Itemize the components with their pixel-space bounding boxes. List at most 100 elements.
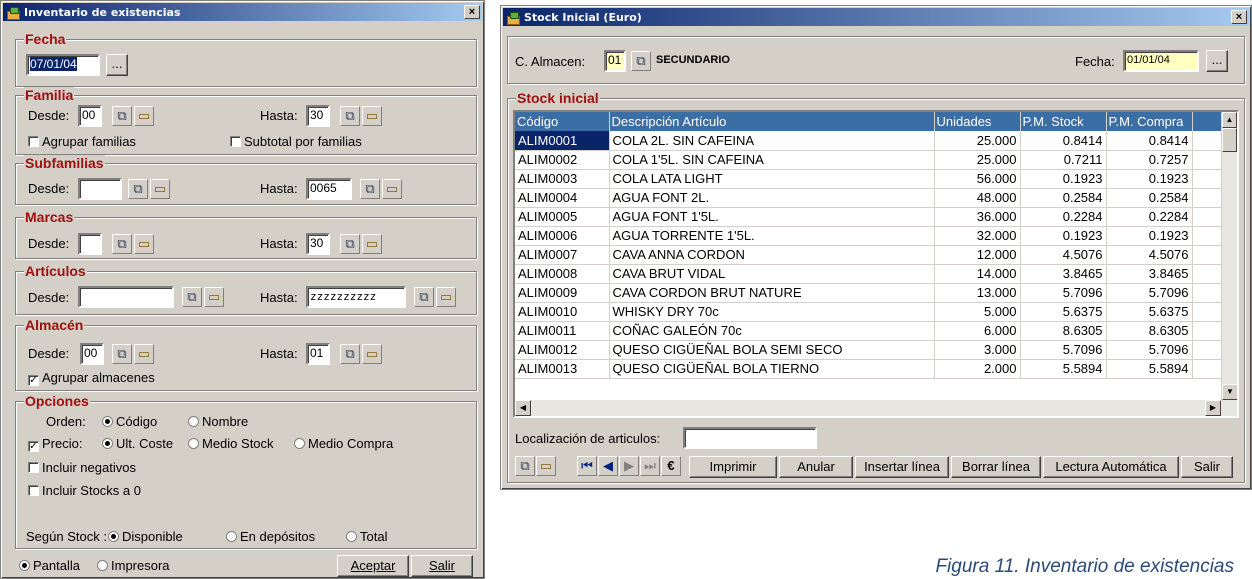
almacen-hasta-input[interactable]: 01 (306, 343, 330, 365)
anular-button[interactable]: Anular (779, 456, 853, 478)
cell-pm-compra[interactable]: 3.8465 (1106, 264, 1193, 284)
cell-descripcion[interactable]: COLA LATA LIGHT (609, 169, 935, 189)
scroll-down-icon[interactable]: ▼ (1222, 384, 1237, 400)
cell-codigo[interactable]: ALIM0009 (515, 283, 610, 303)
cell-pm-compra[interactable]: 0.7257 (1106, 150, 1193, 170)
prev-record-icon[interactable]: ◀ (598, 456, 618, 476)
cell-codigo[interactable]: ALIM0006 (515, 226, 610, 246)
cell-codigo[interactable]: ALIM0010 (515, 302, 610, 322)
toolbar-search-icon[interactable]: ⧉ (515, 456, 535, 476)
cell-pm-stock[interactable]: 5.7096 (1020, 283, 1107, 303)
table-row[interactable]: ALIM0009 CAVA CORDON BRUT NATURE 13.000 5.7… (515, 283, 1222, 303)
marcas-desde-search-icon[interactable]: ⧉ (112, 234, 132, 254)
col-unidades[interactable]: Unidades (934, 112, 1021, 131)
cell-pm-stock[interactable]: 0.8414 (1020, 131, 1107, 151)
almacen-search-icon[interactable]: ⧉ (631, 51, 651, 71)
familia-hasta-folder-icon[interactable]: ▭ (362, 106, 382, 126)
precio-checkbox[interactable]: ✓ Precio: (28, 436, 82, 452)
cell-pm-compra[interactable]: 5.5894 (1106, 359, 1193, 379)
cell-unidades[interactable]: 25.000 (934, 150, 1021, 170)
cell-pm-compra[interactable]: 0.1923 (1106, 226, 1193, 246)
toolbar-folder-icon[interactable]: ▭ (536, 456, 556, 476)
cell-unidades[interactable]: 25.000 (934, 131, 1021, 151)
cell-descripcion[interactable]: AGUA FONT 1'5L. (609, 207, 935, 227)
localizacion-input[interactable] (683, 427, 817, 449)
medio-stock-radio[interactable]: Medio Stock (188, 436, 274, 451)
almacen-hasta-folder-icon[interactable]: ▭ (362, 344, 382, 364)
incluir-stocks-checkbox[interactable]: Incluir Stocks a 0 (28, 483, 141, 498)
cell-codigo[interactable]: ALIM0008 (515, 264, 610, 284)
subfamilias-desde-folder-icon[interactable]: ▭ (150, 179, 170, 199)
almacen-hasta-search-icon[interactable]: ⧉ (340, 344, 360, 364)
scroll-thumb[interactable] (1222, 128, 1237, 152)
table-row[interactable]: ALIM0008 CAVA BRUT VIDAL 14.000 3.8465 3.846… (515, 264, 1222, 284)
impresora-radio[interactable]: Impresora (97, 558, 170, 573)
cell-descripcion[interactable]: AGUA TORRENTE 1'5L. (609, 226, 935, 246)
cell-descripcion[interactable]: CAVA ANNA CORDON (609, 245, 935, 265)
articulos-desde-folder-icon[interactable]: ▭ (204, 287, 224, 307)
cell-unidades[interactable]: 6.000 (934, 321, 1021, 341)
cell-codigo[interactable]: ALIM0001 (515, 131, 610, 151)
cell-unidades[interactable]: 5.000 (934, 302, 1021, 322)
almacen-code-input[interactable]: 01 (604, 50, 626, 72)
cell-codigo[interactable]: ALIM0007 (515, 245, 610, 265)
table-row[interactable]: ALIM0011 COÑAC GALEÓN 70c 6.000 8.6305 8.630… (515, 321, 1222, 341)
cell-descripcion[interactable]: CAVA CORDON BRUT NATURE (609, 283, 935, 303)
cell-unidades[interactable]: 48.000 (934, 188, 1021, 208)
cell-codigo[interactable]: ALIM0012 (515, 340, 610, 360)
fecha-picker-button[interactable]: ... (106, 54, 128, 76)
marcas-hasta-input[interactable]: 30 (306, 233, 330, 255)
salir-button-right[interactable]: Salir (1181, 456, 1233, 478)
col-descripcion[interactable]: Descripción Artículo (609, 112, 935, 131)
euro-button[interactable]: € (661, 456, 681, 476)
cell-unidades[interactable]: 2.000 (934, 359, 1021, 379)
cell-pm-stock[interactable]: 0.1923 (1020, 169, 1107, 189)
cell-pm-stock[interactable]: 0.2584 (1020, 188, 1107, 208)
fecha-input[interactable]: 07/01/04 (26, 54, 100, 76)
cell-pm-stock[interactable]: 4.5076 (1020, 245, 1107, 265)
salir-button[interactable]: Salir (411, 555, 473, 577)
subfamilias-hasta-folder-icon[interactable]: ▭ (382, 179, 402, 199)
scroll-right-icon[interactable]: ▶ (1205, 400, 1221, 416)
subfamilias-hasta-search-icon[interactable]: ⧉ (360, 179, 380, 199)
ult-coste-radio[interactable]: Ult. Coste (102, 436, 173, 451)
cell-descripcion[interactable]: CAVA BRUT VIDAL (609, 264, 935, 284)
cell-pm-stock[interactable]: 0.1923 (1020, 226, 1107, 246)
scroll-left-icon[interactable]: ◀ (515, 400, 531, 416)
table-row[interactable]: ALIM0013 QUESO CIGÜEÑAL BOLA TIERNO 2.000 5… (515, 359, 1222, 379)
marcas-desde-folder-icon[interactable]: ▭ (134, 234, 154, 254)
cell-pm-stock[interactable]: 5.7096 (1020, 340, 1107, 360)
table-row[interactable]: ALIM0002 COLA 1'5L. SIN CAFEINA 25.000 0.72… (515, 150, 1222, 170)
insertar-linea-button[interactable]: Insertar línea (855, 456, 949, 478)
cell-pm-compra[interactable]: 4.5076 (1106, 245, 1193, 265)
familia-desde-input[interactable]: 00 (78, 105, 102, 127)
col-pm-compra[interactable]: P.M. Compra (1106, 112, 1193, 131)
disponible-radio[interactable]: Disponible (108, 529, 183, 544)
table-row[interactable]: ALIM0012 QUESO CIGÜEÑAL BOLA SEMI SECO 3.0… (515, 340, 1222, 360)
cell-unidades[interactable]: 12.000 (934, 245, 1021, 265)
orden-nombre-radio[interactable]: Nombre (188, 414, 248, 429)
table-row[interactable]: ALIM0005 AGUA FONT 1'5L. 36.000 0.2284 0.228… (515, 207, 1222, 227)
subfamilias-hasta-input[interactable]: 0065 (306, 178, 352, 200)
cell-codigo[interactable]: ALIM0004 (515, 188, 610, 208)
articulos-desde-input[interactable] (78, 286, 174, 308)
last-record-icon[interactable]: ⏭ (640, 456, 660, 476)
fecha-picker-button-right[interactable]: ... (1206, 50, 1228, 72)
borrar-linea-button[interactable]: Borrar línea (951, 456, 1041, 478)
cell-pm-compra[interactable]: 0.2284 (1106, 207, 1193, 227)
marcas-desde-input[interactable] (78, 233, 102, 255)
cell-descripcion[interactable]: COLA 2L. SIN CAFEINA (609, 131, 935, 151)
cell-codigo[interactable]: ALIM0013 (515, 359, 610, 379)
orden-codigo-radio[interactable]: Código (102, 414, 157, 429)
scroll-up-icon[interactable]: ▲ (1222, 112, 1237, 128)
col-codigo[interactable]: Código (515, 112, 610, 131)
cell-descripcion[interactable]: QUESO CIGÜEÑAL BOLA TIERNO (609, 359, 935, 379)
imprimir-button[interactable]: Imprimir (689, 456, 777, 478)
cell-pm-compra[interactable]: 5.7096 (1106, 340, 1193, 360)
table-row[interactable]: ALIM0010 WHISKY DRY 70c 5.000 5.6375 5.6375 (515, 302, 1222, 322)
agrupar-familias-checkbox[interactable]: Agrupar familias (28, 134, 136, 149)
subfamilias-desde-search-icon[interactable]: ⧉ (128, 179, 148, 199)
cell-descripcion[interactable]: COLA 1'5L. SIN CAFEINA (609, 150, 935, 170)
articulos-hasta-input[interactable]: zzzzzzzzzz (306, 286, 406, 308)
familia-hasta-search-icon[interactable]: ⧉ (340, 106, 360, 126)
